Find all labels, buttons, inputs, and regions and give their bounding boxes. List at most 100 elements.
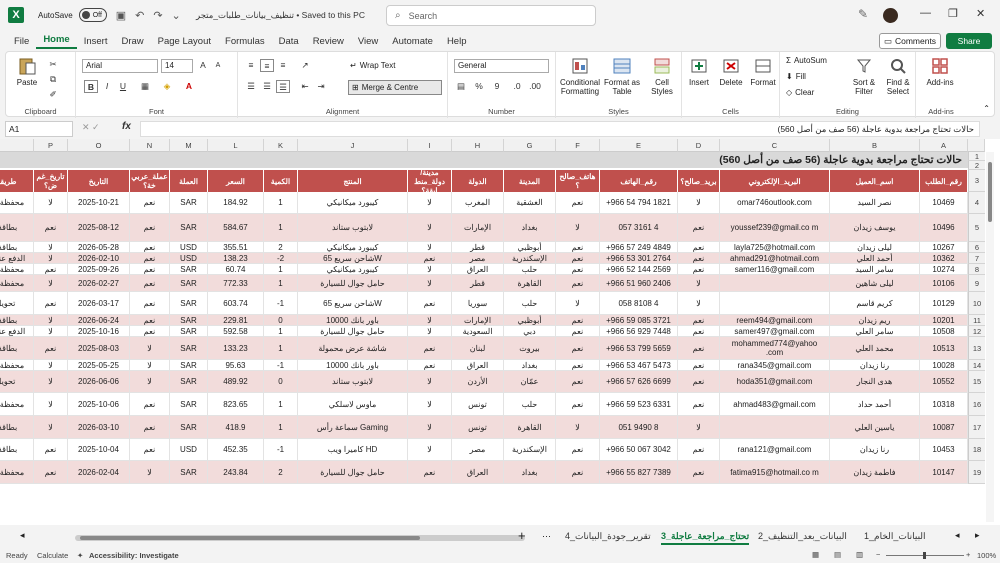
normal-view-icon[interactable]: ▦ — [812, 550, 819, 559]
table-cell[interactable]: لا — [34, 242, 68, 253]
header-cell[interactable]: طريقة_الدفع — [0, 170, 34, 192]
table-cell[interactable]: نعم — [678, 326, 720, 337]
decrease-indent-icon[interactable]: ⇤ — [298, 80, 312, 93]
table-cell[interactable]: 10201 — [920, 315, 968, 326]
table-cell[interactable]: محفظة إلكترونية — [0, 461, 34, 484]
table-cell[interactable]: 10129 — [920, 292, 968, 315]
table-cell[interactable]: القاهرة — [504, 416, 556, 439]
table-cell[interactable]: لا — [130, 360, 170, 371]
table-cell[interactable]: باور بانك 10000 — [298, 360, 408, 371]
menu-data[interactable]: Data — [272, 36, 306, 47]
table-cell[interactable]: قطر — [452, 242, 504, 253]
column-header-C[interactable]: C — [720, 139, 830, 152]
row-header[interactable]: 19 — [968, 461, 985, 484]
table-cell[interactable] — [720, 416, 830, 439]
undo-icon[interactable]: ↶ — [135, 9, 144, 22]
header-cell[interactable]: المنتج — [298, 170, 408, 192]
table-cell[interactable]: +966 57 626 6699 — [600, 371, 678, 393]
row-header[interactable]: 13 — [968, 337, 985, 360]
row-header[interactable]: 2 — [968, 161, 985, 170]
autosum-button[interactable]: Σ AutoSum — [786, 56, 827, 65]
table-cell[interactable]: SAR — [170, 360, 208, 371]
table-cell[interactable]: USD — [170, 253, 208, 264]
header-cell[interactable]: الكمية — [264, 170, 298, 192]
font-name-select[interactable]: Arial — [82, 59, 158, 73]
select-all-corner[interactable] — [968, 139, 985, 152]
increase-indent-icon[interactable]: ⇥ — [314, 80, 328, 93]
sheet-tab-1[interactable]: البيانات_الخام_1 — [864, 531, 926, 542]
table-cell[interactable]: USD — [170, 242, 208, 253]
table-cell[interactable]: ياسين العلي — [830, 416, 920, 439]
table-cell[interactable]: سوريا — [452, 292, 504, 315]
table-cell[interactable]: سامر العلي — [830, 326, 920, 337]
table-cell[interactable]: 2025-08-03 — [68, 337, 130, 360]
collapse-ribbon-icon[interactable]: ⌃ — [983, 104, 990, 113]
comments-button[interactable]: ▭ Comments — [879, 33, 941, 49]
table-cell[interactable]: +966 53 799 5659 — [600, 337, 678, 360]
table-cell[interactable]: لا — [678, 416, 720, 439]
table-cell[interactable]: 2026-02-10 — [68, 253, 130, 264]
table-cell[interactable]: 95.63 — [208, 360, 264, 371]
table-cell[interactable]: 1 — [264, 264, 298, 275]
row-header[interactable]: 10 — [968, 292, 985, 315]
bold-icon[interactable]: B — [84, 80, 98, 93]
row-header[interactable]: 5 — [968, 214, 985, 242]
page-break-icon[interactable]: ▥ — [856, 550, 863, 559]
table-cell[interactable]: 058 8108 4 — [600, 292, 678, 315]
zoom-out-icon[interactable]: − — [876, 550, 880, 559]
calculate-button[interactable]: Calculate — [37, 551, 68, 560]
table-cell[interactable]: نعم — [130, 292, 170, 315]
table-cell[interactable]: شاحن سريع 65W — [298, 292, 408, 315]
row-header[interactable]: 15 — [968, 371, 985, 393]
add-sheet-icon[interactable]: + — [518, 528, 526, 543]
table-cell[interactable]: 10318 — [920, 393, 968, 416]
table-cell[interactable]: قطر — [452, 275, 504, 292]
table-cell[interactable]: الدفع عند التسليم — [0, 253, 34, 264]
vertical-scroll-thumb[interactable] — [988, 162, 992, 222]
minimize-icon[interactable]: — — [920, 7, 931, 19]
table-cell[interactable]: أبوظبي — [504, 242, 556, 253]
table-cell[interactable]: يوسف زيدان — [830, 214, 920, 242]
table-cell[interactable]: SAR — [170, 337, 208, 360]
table-cell[interactable]: رنا زيدان — [830, 360, 920, 371]
table-cell[interactable]: 184.92 — [208, 192, 264, 214]
table-cell[interactable]: تحويل بنكي — [0, 371, 34, 393]
table-cell[interactable]: 1 — [264, 214, 298, 242]
menu-help[interactable]: Help — [440, 36, 474, 47]
table-cell[interactable]: 2026-06-06 — [68, 371, 130, 393]
column-header-E[interactable]: E — [600, 139, 678, 152]
table-cell[interactable]: -1 — [264, 292, 298, 315]
table-cell[interactable]: 10453 — [920, 439, 968, 461]
table-cell[interactable]: دبي — [504, 326, 556, 337]
table-cell[interactable]: بطاقة ائتمان — [0, 315, 34, 326]
table-cell[interactable]: كاميرا ويب HD — [298, 439, 408, 461]
table-cell[interactable]: كيبورد ميكانيكي — [298, 242, 408, 253]
table-cell[interactable]: 1 — [264, 275, 298, 292]
menu-page-layout[interactable]: Page Layout — [151, 36, 218, 47]
table-cell[interactable]: SAR — [170, 371, 208, 393]
align-bottom-icon[interactable]: ≡ — [276, 59, 290, 72]
table-cell[interactable]: محفظة إلكترونية — [0, 192, 34, 214]
format-as-table-button[interactable]: Format as Table — [602, 56, 642, 96]
table-cell[interactable]: لا — [34, 253, 68, 264]
table-cell[interactable]: بطاقة ائتمان — [0, 214, 34, 242]
table-cell[interactable]: reem494@gmail.com — [720, 315, 830, 326]
percent-icon[interactable]: % — [472, 80, 486, 93]
table-cell[interactable]: +966 51 960 2406 — [600, 275, 678, 292]
tabs-next-icon[interactable]: ▸ — [975, 530, 980, 541]
table-cell[interactable]: نصر السيد — [830, 192, 920, 214]
comma-icon[interactable]: 9 — [490, 80, 504, 93]
fx-icon[interactable]: fx — [122, 121, 131, 132]
table-cell[interactable]: محفظة إلكترونية — [0, 264, 34, 275]
menu-view[interactable]: View — [351, 36, 385, 47]
table-cell[interactable]: نعم — [556, 315, 600, 326]
table-cell[interactable]: نعم — [34, 264, 68, 275]
table-cell[interactable]: 2025-09-26 — [68, 264, 130, 275]
table-cell[interactable]: 2026-02-27 — [68, 275, 130, 292]
table-cell[interactable]: 1 — [264, 337, 298, 360]
table-cell[interactable]: 10508 — [920, 326, 968, 337]
table-cell[interactable]: ماوس لاسلكي — [298, 393, 408, 416]
table-cell[interactable]: 0 — [264, 371, 298, 393]
table-cell[interactable]: 2 — [264, 461, 298, 484]
table-cell[interactable]: بطاقة ائتمان — [0, 416, 34, 439]
